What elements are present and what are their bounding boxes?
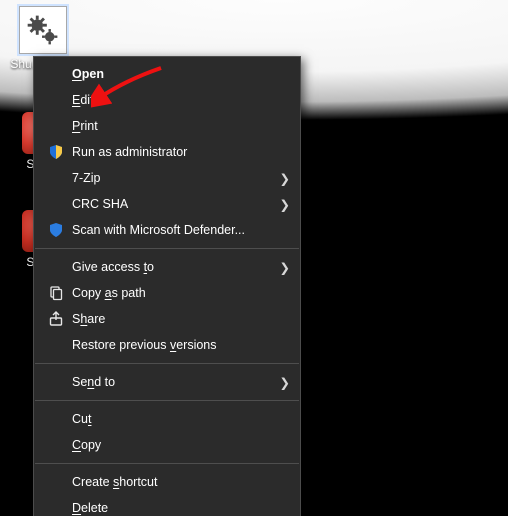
menu-separator (35, 463, 299, 464)
menu-item-label: Share (72, 312, 276, 326)
menu-item-delete[interactable]: Delete (34, 495, 300, 516)
menu-item-restore-previous-versions[interactable]: Restore previous versions (34, 332, 300, 358)
blank-icon (44, 65, 68, 83)
menu-item-run-as-administrator[interactable]: Run as administrator (34, 139, 300, 165)
submenu-chevron-icon: ❯ (276, 375, 290, 390)
shield-yb-icon (44, 143, 68, 161)
menu-item-print[interactable]: Print (34, 113, 300, 139)
menu-item-crc-sha[interactable]: CRC SHA❯ (34, 191, 300, 217)
menu-item-label: Restore previous versions (72, 338, 276, 352)
submenu-chevron-icon: ❯ (276, 171, 290, 186)
shield-blue-icon (44, 221, 68, 239)
menu-item-7-zip[interactable]: 7-Zip❯ (34, 165, 300, 191)
menu-item-label: Copy (72, 438, 276, 452)
menu-item-share[interactable]: Share (34, 306, 300, 332)
menu-item-label: Print (72, 119, 276, 133)
menu-item-label: Edit (72, 93, 276, 107)
blank-icon (44, 91, 68, 109)
menu-item-label: Delete (72, 501, 276, 515)
menu-item-send-to[interactable]: Send to❯ (34, 369, 300, 395)
blank-icon (44, 336, 68, 354)
menu-item-open[interactable]: Open (34, 61, 300, 87)
menu-item-label: Give access to (72, 260, 276, 274)
menu-item-label: 7-Zip (72, 171, 276, 185)
menu-item-label: Cut (72, 412, 276, 426)
menu-item-scan-with-microsoft-defender[interactable]: Scan with Microsoft Defender... (34, 217, 300, 243)
blank-icon (44, 410, 68, 428)
copypath-icon (44, 284, 68, 302)
blank-icon (44, 473, 68, 491)
menu-separator (35, 363, 299, 364)
blank-icon (44, 258, 68, 276)
gears-icon (20, 7, 66, 53)
submenu-chevron-icon: ❯ (276, 260, 290, 275)
menu-item-label: Send to (72, 375, 276, 389)
menu-item-label: Create shortcut (72, 475, 276, 489)
menu-item-label: Run as administrator (72, 145, 276, 159)
menu-item-cut[interactable]: Cut (34, 406, 300, 432)
blank-icon (44, 169, 68, 187)
blank-icon (44, 117, 68, 135)
blank-icon (44, 499, 68, 516)
blank-icon (44, 436, 68, 454)
blank-icon (44, 373, 68, 391)
context-menu: OpenEditPrintRun as administrator7-Zip❯C… (33, 56, 301, 516)
menu-item-copy-as-path[interactable]: Copy as path (34, 280, 300, 306)
menu-separator (35, 400, 299, 401)
menu-item-edit[interactable]: Edit (34, 87, 300, 113)
share-icon (44, 310, 68, 328)
menu-item-give-access-to[interactable]: Give access to❯ (34, 254, 300, 280)
menu-separator (35, 248, 299, 249)
blank-icon (44, 195, 68, 213)
menu-item-label: Open (72, 67, 276, 81)
menu-item-label: Scan with Microsoft Defender... (72, 223, 276, 237)
submenu-chevron-icon: ❯ (276, 197, 290, 212)
menu-item-label: Copy as path (72, 286, 276, 300)
menu-item-label: CRC SHA (72, 197, 276, 211)
menu-item-copy[interactable]: Copy (34, 432, 300, 458)
menu-item-create-shortcut[interactable]: Create shortcut (34, 469, 300, 495)
